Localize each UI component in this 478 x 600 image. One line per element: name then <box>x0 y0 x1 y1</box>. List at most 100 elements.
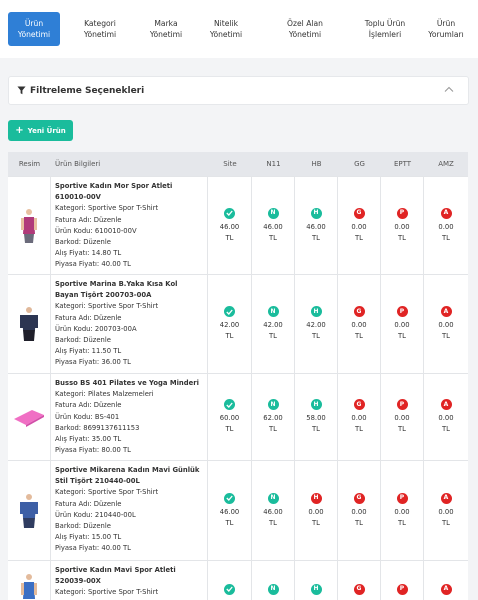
product-table: Resim Ürün Bilgileri Site N11 HB GG EPTT… <box>8 152 468 600</box>
eptt-badge-icon: P <box>396 306 408 317</box>
site-price: 42.00 <box>219 321 240 329</box>
amz-cell[interactable]: A 0.00 TL <box>424 461 468 560</box>
hb-cell[interactable]: H <box>295 561 338 600</box>
gg-cell[interactable]: G <box>338 561 381 600</box>
product-image[interactable] <box>8 374 51 460</box>
tab-kategori-yonetimi[interactable]: Kategori Yönetimi <box>60 12 140 46</box>
header-urun-bilgileri: Ürün Bilgileri <box>55 160 101 168</box>
gg-cell[interactable]: G 0.00 TL <box>338 374 381 460</box>
gg-currency: TL <box>355 332 363 340</box>
hb-cell[interactable]: H 0.00 TL <box>295 461 338 560</box>
site-cell[interactable] <box>208 561 252 600</box>
table-header: Resim Ürün Bilgileri Site N11 HB GG EPTT… <box>8 152 468 176</box>
product-image[interactable] <box>8 275 51 373</box>
gg-cell[interactable]: G 0.00 TL <box>338 177 381 274</box>
eptt-currency: TL <box>398 425 406 433</box>
eptt-price: 0.00 <box>394 414 410 422</box>
gg-price: 0.00 <box>351 222 367 231</box>
eptt-price: 0.00 <box>394 321 410 329</box>
hb-cell[interactable]: H 58.00 TL <box>295 374 338 460</box>
site-cell[interactable]: 42.00 TL <box>208 275 252 373</box>
hb-cell[interactable]: H 46.00 TL <box>295 177 338 274</box>
tab-marka-yonetimi[interactable]: Marka Yönetimi <box>140 12 192 46</box>
tab-urun-yonetimi[interactable]: Ürün Yönetimi <box>8 12 60 46</box>
tab-urun-yorumlari[interactable]: Ürün Yorumları <box>420 12 472 46</box>
gg-badge-icon: G <box>353 399 365 410</box>
n11-cell[interactable]: N 42.00 TL <box>252 275 295 373</box>
table-row[interactable]: Sportive Kadın Mavi Spor Atleti 520039-0… <box>8 560 468 600</box>
eptt-cell[interactable]: P 0.00 TL <box>381 177 424 274</box>
product-image[interactable] <box>8 561 51 600</box>
gg-badge-icon: G <box>353 492 365 504</box>
hb-currency: TL <box>312 332 320 340</box>
table-row[interactable]: Busso BS 401 Pilates ve Yoga Minderi Kate… <box>8 373 468 460</box>
check-icon <box>224 583 235 595</box>
eptt-cell[interactable]: P 0.00 TL <box>381 374 424 460</box>
check-icon <box>224 207 235 219</box>
product-market-price: Piyasa Fiyatı: 80.00 TL <box>55 446 131 455</box>
product-name[interactable]: Sportive Mikarena Kadın Mavi Günlük Stil… <box>55 465 203 487</box>
hb-cell[interactable]: H 42.00 TL <box>295 275 338 373</box>
tab-ozel-alan-yonetimi[interactable]: Özel Alan Yönetimi <box>260 12 350 46</box>
tab-nitelik-yonetimi[interactable]: Nitelik Yönetimi <box>192 12 260 46</box>
site-price: 46.00 <box>219 222 240 231</box>
new-product-button[interactable]: + Yeni Ürün <box>8 120 73 141</box>
amz-cell[interactable]: A 0.00 TL <box>424 177 468 274</box>
product-barcode: Barkod: Düzenle <box>55 238 111 247</box>
eptt-price: 0.00 <box>394 222 410 231</box>
n11-cell[interactable]: N 62.00 TL <box>252 374 295 460</box>
table-body: Sportive Kadın Mor Spor Atleti 610010-00… <box>8 176 468 600</box>
amz-cell[interactable]: A 0.00 TL <box>424 275 468 373</box>
product-buy-price: Alış Fiyatı: 11.50 TL <box>55 347 122 356</box>
filter-panel[interactable]: Filtreleme Seçenekleri <box>8 76 469 105</box>
n11-badge-icon: N <box>267 492 279 504</box>
product-info: Busso BS 401 Pilates ve Yoga Minderi Kate… <box>51 374 208 460</box>
n11-currency: TL <box>269 332 277 340</box>
site-currency: TL <box>225 518 234 527</box>
chevron-up-icon[interactable] <box>444 86 454 93</box>
amz-cell[interactable]: A 0.00 TL <box>424 374 468 460</box>
amz-price: 0.00 <box>438 222 454 231</box>
product-name[interactable]: Busso BS 401 Pilates ve Yoga Minderi <box>55 378 203 389</box>
product-name[interactable]: Sportive Kadın Mavi Spor Atleti 520039-0… <box>55 565 203 587</box>
n11-price: 46.00 <box>263 222 283 231</box>
product-name[interactable]: Sportive Kadın Mor Spor Atleti 610010-00… <box>55 181 203 203</box>
eptt-cell[interactable]: P 0.00 TL <box>381 461 424 560</box>
amz-currency: TL <box>442 332 450 340</box>
hb-badge-icon: H <box>310 207 322 219</box>
product-info: Sportive Mikarena Kadın Mavi Günlük Stil… <box>51 461 208 560</box>
eptt-cell[interactable]: P <box>381 561 424 600</box>
site-cell[interactable]: 46.00 TL <box>208 461 252 560</box>
eptt-currency: TL <box>398 518 406 527</box>
product-market-price: Piyasa Fiyatı: 36.00 TL <box>55 358 131 367</box>
hb-price: 0.00 <box>308 507 324 516</box>
product-name[interactable]: Sportive Marina B.Yaka Kısa Kol Bayan Ti… <box>55 279 203 301</box>
new-product-label: Yeni Ürün <box>27 126 66 135</box>
site-currency: TL <box>225 425 234 433</box>
table-row[interactable]: Sportive Marina B.Yaka Kısa Kol Bayan Ti… <box>8 274 468 373</box>
site-cell[interactable]: 60.00 TL <box>208 374 252 460</box>
gg-cell[interactable]: G 0.00 TL <box>338 275 381 373</box>
filter-title: Filtreleme Seçenekleri <box>30 85 145 96</box>
n11-cell[interactable]: N <box>252 561 295 600</box>
table-row[interactable]: Sportive Kadın Mor Spor Atleti 610010-00… <box>8 176 468 274</box>
product-image[interactable] <box>8 461 51 560</box>
product-barcode: Barkod: Düzenle <box>55 522 111 531</box>
n11-cell[interactable]: N 46.00 TL <box>252 461 295 560</box>
header-eptt: EPTT <box>393 160 412 168</box>
site-cell[interactable]: 46.00 TL <box>208 177 252 274</box>
n11-cell[interactable]: N 46.00 TL <box>252 177 295 274</box>
hb-badge-icon: H <box>310 492 322 504</box>
amz-currency: TL <box>442 518 450 527</box>
eptt-cell[interactable]: P 0.00 TL <box>381 275 424 373</box>
gg-cell[interactable]: G 0.00 TL <box>338 461 381 560</box>
product-market-price: Piyasa Fiyatı: 40.00 TL <box>55 544 131 553</box>
amz-cell[interactable]: A <box>424 561 468 600</box>
tab-toplu-urun-islemleri[interactable]: Toplu Ürün İşlemleri <box>350 12 420 46</box>
eptt-currency: TL <box>398 233 406 242</box>
filter-icon <box>17 86 26 95</box>
header-hb: HB <box>311 160 322 168</box>
amz-badge-icon: A <box>440 583 452 595</box>
table-row[interactable]: Sportive Mikarena Kadın Mavi Günlük Stil… <box>8 460 468 560</box>
product-image[interactable] <box>8 177 51 274</box>
